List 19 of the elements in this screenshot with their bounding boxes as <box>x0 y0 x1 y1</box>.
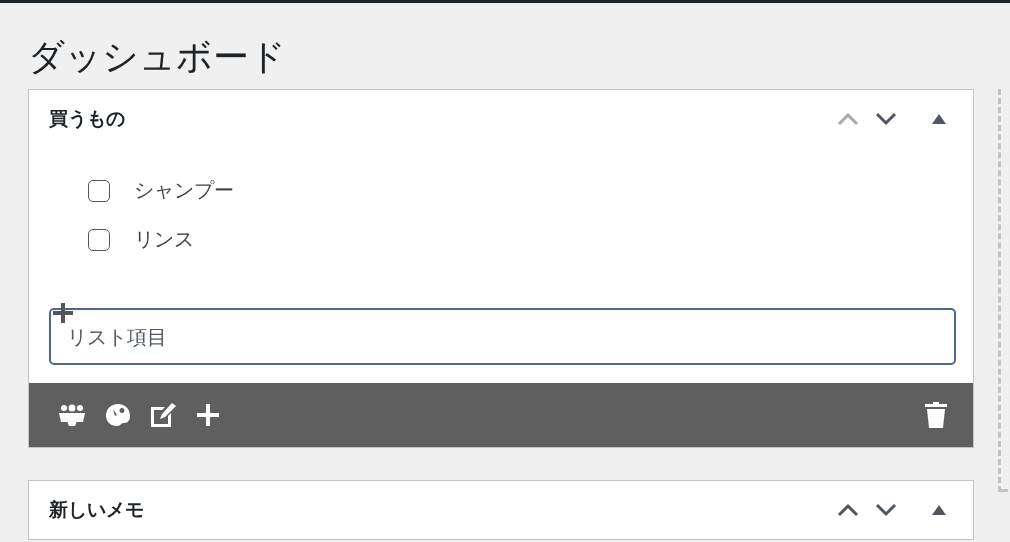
item-label: シャンプー <box>134 177 234 204</box>
trash-icon[interactable] <box>925 402 947 428</box>
panel-title: 買うもの <box>49 106 126 131</box>
checkbox[interactable] <box>88 179 110 202</box>
triangle-icon[interactable] <box>932 114 946 124</box>
chevron-up-icon[interactable] <box>836 502 860 518</box>
plus-icon <box>53 303 73 323</box>
edit-icon[interactable] <box>151 403 177 427</box>
palette-icon[interactable] <box>105 403 131 427</box>
checkbox[interactable] <box>88 228 110 251</box>
list-item-field[interactable]: リスト項目 <box>49 308 956 365</box>
chevron-down-icon[interactable] <box>874 502 898 518</box>
page-title: ダッシュボード <box>28 35 287 79</box>
chevron-down-icon[interactable] <box>874 111 898 127</box>
triangle-icon[interactable] <box>932 505 946 515</box>
people-icon[interactable] <box>59 404 85 426</box>
plus-icon[interactable] <box>197 404 219 426</box>
item-label: リンス <box>134 226 194 253</box>
panel-title: 新しいメモ <box>49 497 145 522</box>
